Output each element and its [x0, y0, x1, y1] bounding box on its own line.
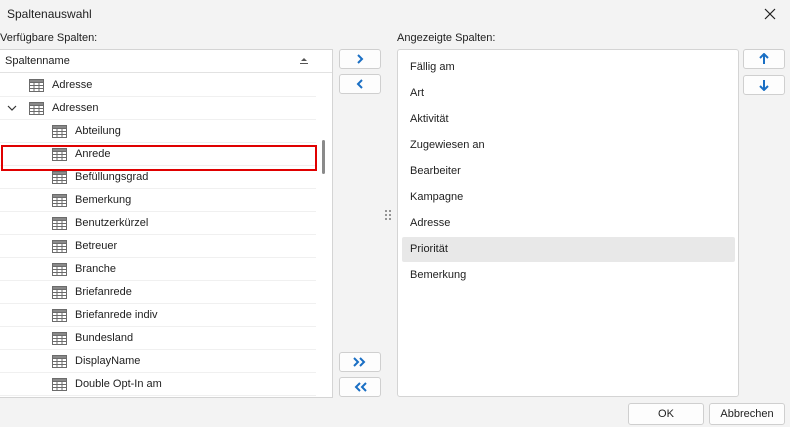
tree-row[interactable]: DisplayName	[0, 350, 316, 373]
tree-row-label: Bemerkung	[75, 194, 132, 206]
tree-row[interactable]: Bundesland	[0, 327, 316, 350]
add-column-button[interactable]	[339, 49, 381, 69]
displayed-column-label: Adresse	[410, 217, 451, 229]
chevron-right-icon	[357, 54, 364, 64]
remove-column-button[interactable]	[339, 74, 381, 94]
displayed-column-item[interactable]: Adresse	[402, 211, 735, 236]
tree-rows: Adresse Adressen Abteilung Anrede Befüllungs…	[0, 74, 316, 396]
tree-row-label: Abteilung	[75, 125, 121, 137]
tree-row-label: Benutzerkürzel	[75, 217, 149, 229]
displayed-column-label: Priorität	[410, 243, 448, 255]
tree-row-label: Bundesland	[75, 332, 134, 344]
displayed-column-label: Aktivität	[410, 113, 449, 125]
table-icon	[52, 263, 67, 276]
cancel-button[interactable]: Abbrechen	[709, 403, 785, 425]
table-icon	[52, 194, 67, 207]
displayed-column-label: Art	[410, 87, 425, 99]
displayed-column-label: Kampagne	[410, 191, 464, 203]
tree-row[interactable]: Adressen	[0, 97, 316, 120]
displayed-column-item[interactable]: Bemerkung	[402, 263, 735, 288]
remove-all-columns-button[interactable]	[339, 377, 381, 397]
tree-row[interactable]: Anrede	[0, 143, 316, 166]
sort-icon[interactable]	[299, 56, 309, 66]
tree-row[interactable]: Briefanrede	[0, 281, 316, 304]
close-icon	[764, 8, 776, 20]
displayed-column-item[interactable]: Priorität	[402, 237, 735, 262]
displayed-column-item[interactable]: Bearbeiter	[402, 159, 735, 184]
chevron-left-icon	[356, 79, 363, 89]
displayed-column-item[interactable]: Art	[402, 81, 735, 106]
title-bar: Spaltenauswahl	[0, 0, 790, 28]
table-icon	[29, 102, 44, 115]
tree-row[interactable]: Briefanrede indiv	[0, 304, 316, 327]
table-icon	[52, 378, 67, 391]
displayed-column-label: Zugewiesen an	[410, 139, 485, 151]
window-title: Spaltenauswahl	[7, 7, 92, 21]
tree-row[interactable]: Benutzerkürzel	[0, 212, 316, 235]
displayed-column-item[interactable]: Kampagne	[402, 185, 735, 210]
double-chevron-right-icon	[353, 357, 366, 367]
table-icon	[52, 217, 67, 230]
tree-row-label: Anrede	[75, 148, 111, 160]
tree-row-label: Adressen	[52, 102, 99, 114]
displayed-column-label: Bemerkung	[410, 269, 467, 281]
table-icon	[29, 79, 44, 92]
column-header-label: Spaltenname	[5, 55, 70, 67]
displayed-column-item[interactable]: Aktivität	[402, 107, 735, 132]
tree-row-label: Briefanrede	[75, 286, 132, 298]
displayed-column-label: Fällig am	[410, 61, 455, 73]
table-icon	[52, 240, 67, 253]
tree-row[interactable]: Abteilung	[0, 120, 316, 143]
tree-row[interactable]: Befüllungsgrad	[0, 166, 316, 189]
table-icon	[52, 286, 67, 299]
table-icon	[52, 148, 67, 161]
chevron-down-icon[interactable]	[7, 103, 17, 113]
displayed-columns-list[interactable]: Fällig am Art Aktivität Zugewiesen an Bearbe…	[397, 49, 739, 397]
displayed-columns-caption: Angezeigte Spalten:	[397, 32, 496, 44]
arrow-up-icon	[759, 53, 769, 64]
grip-icon[interactable]	[384, 209, 392, 221]
tree-row-label: Adresse	[52, 79, 93, 91]
vertical-scrollbar-thumb[interactable]	[322, 140, 325, 174]
tree-row[interactable]: Adresse	[0, 74, 316, 97]
table-icon	[52, 171, 67, 184]
displayed-column-label: Bearbeiter	[410, 165, 461, 177]
tree-row-label: Double Opt-In am	[75, 378, 162, 390]
tree-row-label: Befüllungsgrad	[75, 171, 149, 183]
close-button[interactable]	[750, 0, 790, 28]
displayed-column-item[interactable]: Fällig am	[402, 55, 735, 80]
move-down-button[interactable]	[743, 75, 785, 95]
tree-row-label: Briefanrede indiv	[75, 309, 158, 321]
available-columns-tree[interactable]: Spaltenname Adresse Adressen Abteilung Anre…	[0, 49, 333, 398]
tree-row-label: Betreuer	[75, 240, 118, 252]
table-icon	[52, 332, 67, 345]
move-up-button[interactable]	[743, 49, 785, 69]
column-header[interactable]: Spaltenname	[0, 50, 332, 73]
table-icon	[52, 355, 67, 368]
available-columns-caption: Verfügbare Spalten:	[0, 32, 98, 44]
table-icon	[52, 125, 67, 138]
tree-row[interactable]: Double Opt-In am	[0, 373, 316, 396]
tree-row-label: DisplayName	[75, 355, 141, 367]
tree-row-label: Branche	[75, 263, 116, 275]
tree-row[interactable]: Branche	[0, 258, 316, 281]
table-icon	[52, 309, 67, 322]
displayed-column-item[interactable]: Zugewiesen an	[402, 133, 735, 158]
arrow-down-icon	[759, 80, 769, 91]
ok-button[interactable]: OK	[628, 403, 704, 425]
tree-row[interactable]: Bemerkung	[0, 189, 316, 212]
tree-row[interactable]: Betreuer	[0, 235, 316, 258]
double-chevron-left-icon	[354, 382, 367, 392]
add-all-columns-button[interactable]	[339, 352, 381, 372]
